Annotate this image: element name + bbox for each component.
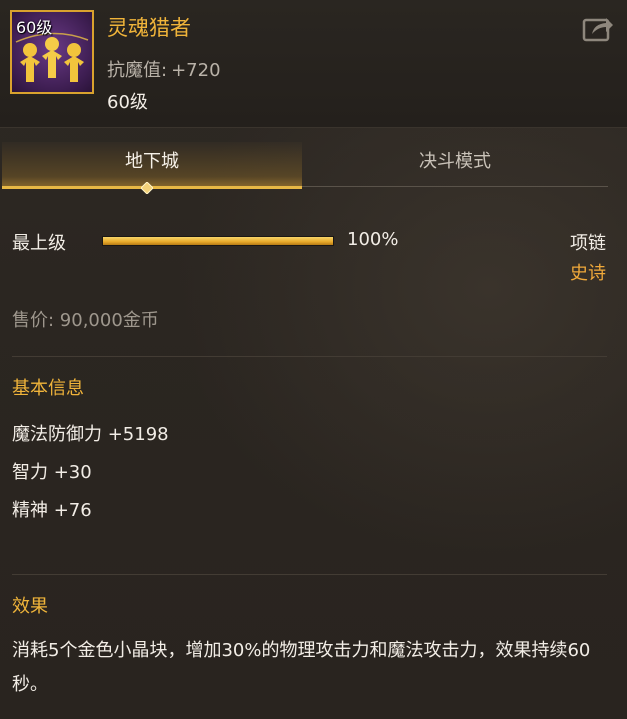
item-level: 60级 — [107, 92, 148, 113]
item-stat-value: +720 — [171, 60, 221, 81]
grade-progress-fill — [103, 237, 333, 245]
item-stat-label: 抗魔值: — [107, 60, 168, 81]
sell-price: 售价: 90,000金币 — [12, 310, 159, 331]
item-rarity: 史诗 — [570, 263, 606, 284]
share-icon[interactable] — [582, 14, 614, 42]
item-header: 60级 灵魂猎者 抗魔值: +720 60级 — [0, 0, 627, 128]
icon-level-badge: 60级 — [16, 18, 53, 37]
stat-line: 魔法防御力 +5198 — [12, 424, 169, 445]
basic-info-title: 基本信息 — [12, 378, 84, 399]
item-type: 项链 — [570, 233, 606, 254]
item-tooltip-panel: 60级 灵魂猎者 抗魔值: +720 60级 地下城 决斗模式 最上级 100% … — [0, 0, 627, 719]
section-divider — [12, 356, 607, 357]
tab-divider-line — [302, 186, 608, 187]
grade-percent: 100% — [347, 229, 399, 250]
item-name: 灵魂猎者 — [107, 16, 191, 40]
item-main-stat: 抗魔值: +720 — [107, 56, 221, 82]
diamond-marker-icon — [141, 182, 153, 194]
effect-title: 效果 — [12, 596, 48, 617]
section-divider — [12, 574, 607, 575]
tab-duel-mode[interactable]: 决斗模式 — [302, 142, 608, 188]
effect-description: 消耗5个金色小晶块，增加30%的物理攻击力和魔法攻击力，效果持续60秒。 — [12, 640, 591, 695]
stat-line: 智力 +30 — [12, 462, 92, 483]
item-icon: 60级 — [10, 10, 94, 94]
grade-progress-bar — [102, 236, 334, 246]
grade-label: 最上级 — [12, 233, 66, 254]
stat-line: 精神 +76 — [12, 500, 92, 521]
mode-tabs: 地下城 决斗模式 — [2, 142, 608, 190]
